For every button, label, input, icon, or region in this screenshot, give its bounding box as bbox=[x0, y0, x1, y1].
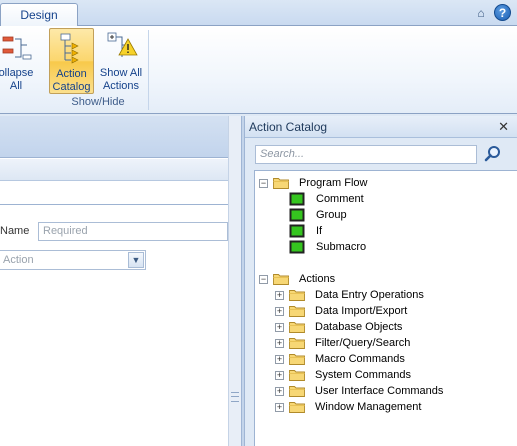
expand-node-icon[interactable]: + bbox=[275, 386, 284, 396]
action-catalog-title-text: Action Catalog bbox=[249, 120, 328, 134]
tree-item-comment[interactable]: Comment bbox=[289, 191, 364, 207]
expand-node-icon[interactable]: + bbox=[275, 402, 284, 412]
folder-icon bbox=[289, 305, 305, 317]
folder-icon bbox=[289, 353, 305, 365]
action-catalog-button[interactable]: Action Catalog bbox=[49, 28, 94, 94]
tree-label: Window Management bbox=[315, 401, 422, 413]
folder-icon bbox=[289, 289, 305, 301]
expand-node-icon[interactable]: + bbox=[275, 290, 284, 300]
submacro-name-label: Name bbox=[0, 225, 30, 237]
tree-label: Filter/Query/Search bbox=[315, 337, 411, 349]
tree-item-if[interactable]: If bbox=[289, 223, 322, 239]
tree-label: Comment bbox=[316, 193, 364, 205]
tree-label: System Commands bbox=[315, 369, 411, 381]
catalog-search-input[interactable]: Search... bbox=[255, 145, 477, 164]
tree-label: Data Import/Export bbox=[315, 305, 408, 317]
submacro-name-input[interactable]: Required bbox=[38, 222, 228, 241]
tree-item-group[interactable]: Group bbox=[289, 207, 347, 223]
help-icon[interactable]: ? bbox=[494, 4, 511, 21]
expand-node-icon[interactable]: + bbox=[275, 338, 284, 348]
expand-node-icon[interactable]: + bbox=[275, 354, 284, 364]
expand-node-icon[interactable]: + bbox=[275, 322, 284, 332]
show-all-actions-button[interactable]: Show All Actions bbox=[96, 28, 146, 94]
tree-folder-data-entry-operations[interactable]: + Data Entry Operations bbox=[275, 287, 424, 303]
editor-divider bbox=[0, 204, 228, 205]
tree-folder-data-import-export[interactable]: + Data Import/Export bbox=[275, 303, 407, 319]
editor-header bbox=[0, 116, 228, 158]
folder-icon bbox=[289, 385, 305, 397]
tree-folder-system-commands[interactable]: + System Commands bbox=[275, 367, 411, 383]
tree-item-submacro[interactable]: Submacro bbox=[289, 239, 366, 255]
collapse-all-button[interactable]: ollapse All bbox=[0, 28, 40, 94]
show-hide-group-label: Show/Hide bbox=[71, 96, 125, 108]
ribbon: ollapse All Action Catalog Show All Acti… bbox=[0, 26, 517, 114]
folder-icon bbox=[289, 369, 305, 381]
ribbon-tab-strip: Design ⌂ ? bbox=[0, 0, 517, 27]
tree-folder-filter-query-search[interactable]: + Filter/Query/Search bbox=[275, 335, 410, 351]
green-action-icon bbox=[289, 192, 305, 206]
tree-label: Actions bbox=[299, 273, 336, 285]
collapse-node-icon[interactable]: − bbox=[259, 178, 268, 188]
tree-label: Group bbox=[316, 209, 347, 221]
tree-label: Data Entry Operations bbox=[315, 289, 424, 301]
collapse-node-icon[interactable]: − bbox=[259, 274, 268, 284]
expand-node-icon[interactable]: + bbox=[275, 370, 284, 380]
editor-scrollbar[interactable] bbox=[228, 116, 241, 446]
add-action-select[interactable]: Action ▼ bbox=[0, 250, 146, 270]
folder-icon bbox=[273, 273, 289, 285]
warning-list-icon bbox=[104, 31, 138, 63]
action-catalog-tree: − Program Flow Comment Group If Submacro… bbox=[254, 170, 517, 446]
search-icon[interactable] bbox=[483, 144, 503, 164]
tree-label: Database Objects bbox=[315, 321, 403, 333]
tree-label: Macro Commands bbox=[315, 353, 405, 365]
collapse-all-label: ollapse All bbox=[0, 67, 34, 92]
chevron-down-icon[interactable]: ▼ bbox=[128, 252, 144, 268]
tree-label: Submacro bbox=[316, 241, 367, 253]
green-action-icon bbox=[289, 224, 305, 238]
action-catalog-icon bbox=[55, 32, 89, 64]
editor-band bbox=[0, 159, 228, 181]
macro-editor-pane: Name Required Action ▼ bbox=[0, 116, 241, 446]
action-catalog-label: Action Catalog bbox=[52, 68, 91, 93]
action-catalog-pane: Action Catalog ✕ Search... − Program Flo… bbox=[245, 116, 517, 446]
minimize-ribbon-icon[interactable]: ⌂ bbox=[472, 4, 490, 22]
tree-label: Program Flow bbox=[299, 177, 368, 189]
green-action-icon bbox=[289, 208, 305, 222]
folder-icon bbox=[289, 321, 305, 333]
collapse-tree-icon bbox=[0, 31, 33, 63]
tree-label: User Interface Commands bbox=[315, 385, 444, 397]
tree-folder-window-management[interactable]: + Window Management bbox=[275, 399, 421, 415]
tree-folder-database-objects[interactable]: + Database Objects bbox=[275, 319, 402, 335]
folder-icon bbox=[289, 401, 305, 413]
tree-node-actions[interactable]: − Actions bbox=[259, 271, 335, 287]
tab-design[interactable]: Design bbox=[0, 3, 78, 27]
scrollbar-grip-icon[interactable] bbox=[231, 392, 239, 402]
close-icon[interactable]: ✕ bbox=[498, 119, 509, 135]
expand-node-icon[interactable]: + bbox=[275, 306, 284, 316]
show-all-actions-label: Show All Actions bbox=[99, 67, 143, 92]
action-catalog-title: Action Catalog ✕ bbox=[245, 116, 517, 138]
folder-icon bbox=[289, 337, 305, 349]
add-action-placeholder: Action bbox=[3, 254, 34, 266]
tree-node-program-flow[interactable]: − Program Flow bbox=[259, 175, 367, 191]
tree-folder-macro-commands[interactable]: + Macro Commands bbox=[275, 351, 405, 367]
folder-icon bbox=[273, 177, 289, 189]
ribbon-group-separator bbox=[148, 30, 149, 110]
tree-folder-user-interface-commands[interactable]: + User Interface Commands bbox=[275, 383, 443, 399]
tree-label: If bbox=[316, 225, 323, 237]
green-action-icon bbox=[289, 240, 305, 254]
